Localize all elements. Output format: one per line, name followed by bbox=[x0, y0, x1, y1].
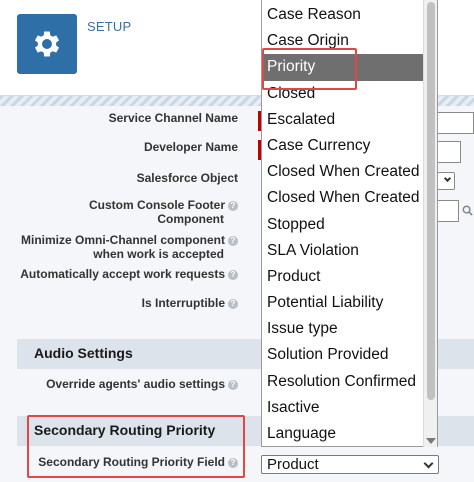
dropdown-option[interactable]: Language bbox=[262, 421, 424, 447]
gear-icon bbox=[34, 31, 60, 57]
field-label-auto-accept: Automatically accept work requests? bbox=[20, 267, 238, 281]
field-label-salesforce-object: Salesforce Object bbox=[136, 171, 238, 185]
field-label-minimize-omni-channel: Minimize Omni-Channel component? when wo… bbox=[21, 233, 238, 261]
dropdown-option[interactable]: Case Currency bbox=[262, 133, 424, 159]
custom-console-footer-input[interactable] bbox=[437, 200, 459, 222]
setup-label: SETUP bbox=[87, 19, 132, 34]
dropdown-option[interactable]: SLA Violation bbox=[262, 238, 424, 264]
highlight-box-priority-option bbox=[262, 48, 357, 90]
label-line: Custom Console Footer bbox=[88, 198, 225, 212]
field-label-override-audio: Override agents' audio settings? bbox=[46, 377, 238, 391]
dropdown-option[interactable]: Escalated bbox=[262, 107, 424, 133]
field-label-custom-console-footer: Custom Console Footer? Component bbox=[89, 198, 238, 226]
dropdown-option[interactable]: Closed When Created bbox=[262, 159, 424, 185]
secondary-routing-priority-select[interactable]: Product bbox=[261, 455, 439, 474]
dropdown-option[interactable]: Isactive bbox=[262, 395, 424, 421]
dropdown-option[interactable]: Solution Provided bbox=[262, 342, 424, 368]
service-channel-name-input[interactable] bbox=[437, 112, 474, 134]
field-label-developer-name: Developer Name bbox=[143, 140, 238, 154]
help-icon[interactable]: ? bbox=[228, 298, 238, 309]
setup-gear-tile[interactable] bbox=[17, 14, 77, 74]
highlight-box-secondary-routing bbox=[27, 415, 245, 478]
help-icon[interactable]: ? bbox=[228, 200, 238, 211]
label-line: Automatically accept work requests bbox=[20, 267, 225, 281]
dropdown-scrollbar[interactable] bbox=[423, 0, 437, 447]
label-line: Component bbox=[157, 212, 224, 226]
help-icon[interactable]: ? bbox=[228, 235, 238, 246]
label-line: when work is accepted bbox=[93, 247, 224, 261]
chevron-down-icon bbox=[423, 458, 434, 469]
help-icon[interactable]: ? bbox=[228, 379, 238, 390]
dropdown-option[interactable]: Potential Liability bbox=[262, 290, 424, 316]
scroll-down-arrow-icon[interactable] bbox=[426, 438, 436, 444]
field-label-service-channel-name: Service Channel Name bbox=[108, 111, 238, 125]
field-label-is-interruptible: Is Interruptible? bbox=[142, 296, 238, 310]
dropdown-option[interactable]: Case Reason bbox=[262, 2, 424, 28]
developer-name-input[interactable] bbox=[437, 141, 461, 163]
dropdown-option[interactable]: Issue type bbox=[262, 316, 424, 342]
select-value: Product bbox=[267, 456, 319, 473]
label-line: Override agents' audio settings bbox=[46, 377, 225, 391]
label-line: Minimize Omni-Channel component bbox=[20, 233, 225, 247]
label-line: Is Interruptible bbox=[141, 296, 225, 310]
dropdown-option[interactable]: Closed When Created bbox=[262, 185, 424, 211]
help-icon[interactable]: ? bbox=[228, 269, 238, 280]
dropdown-option[interactable]: Resolution Confirmed bbox=[262, 369, 424, 395]
salesforce-object-select[interactable] bbox=[437, 172, 455, 190]
chevron-down-icon bbox=[443, 174, 452, 183]
dropdown-option[interactable]: Stopped bbox=[262, 212, 424, 238]
dropdown-option[interactable]: Product bbox=[262, 264, 424, 290]
lookup-magnifier-icon[interactable] bbox=[462, 205, 473, 216]
audio-settings-title: Audio Settings bbox=[34, 345, 133, 361]
scrollbar-thumb[interactable] bbox=[427, 2, 435, 400]
